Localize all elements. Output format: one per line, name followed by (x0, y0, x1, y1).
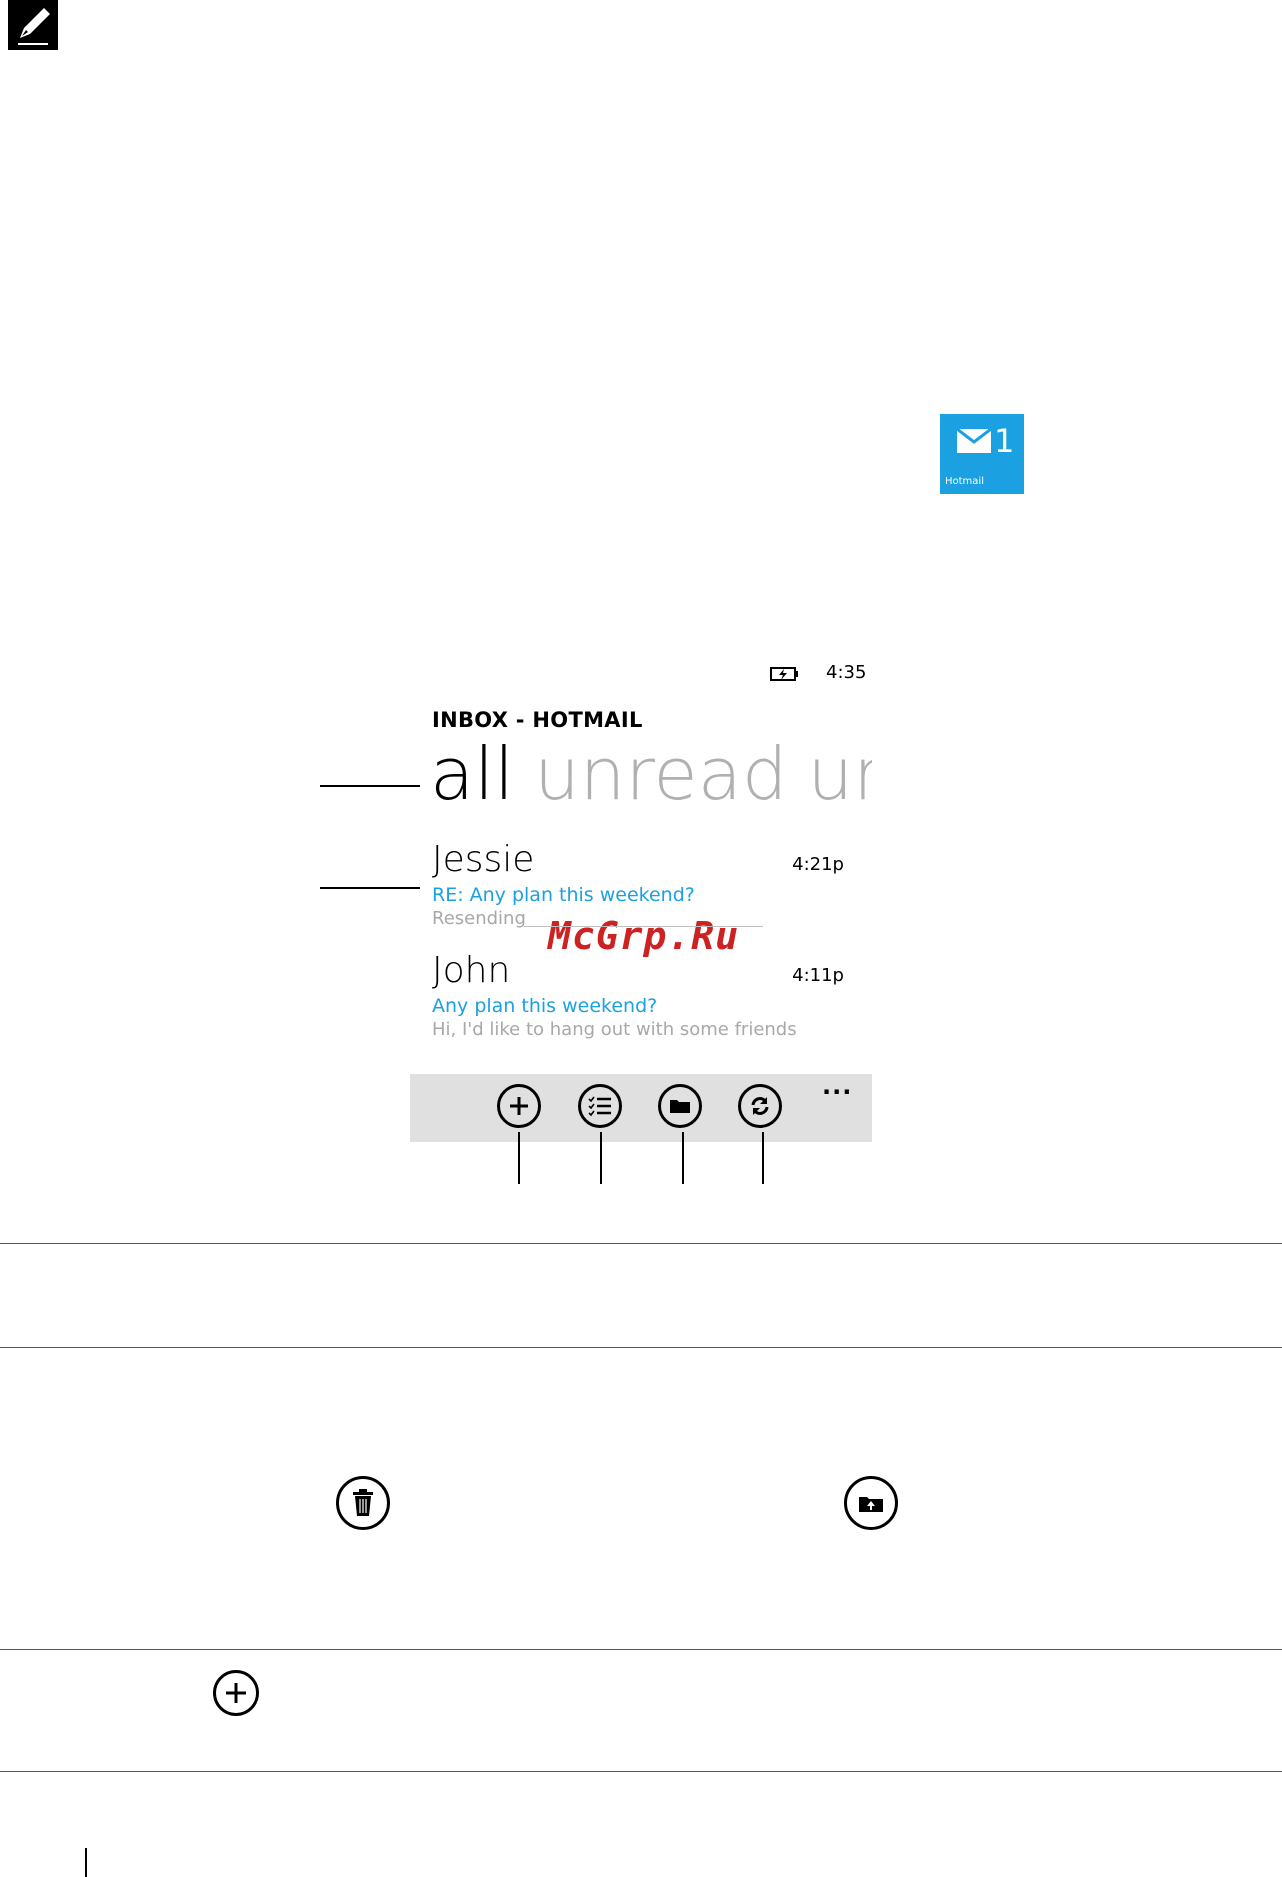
inbox-title: INBOX - HOTMAIL (432, 708, 643, 732)
sync-icon[interactable] (738, 1084, 782, 1128)
table-rule (0, 1243, 1282, 1244)
hotmail-tile[interactable]: 1 Hotmail (940, 414, 1024, 494)
callout-line (518, 1132, 520, 1184)
mail-icon (956, 428, 992, 453)
message-time: 4:21p (792, 854, 844, 875)
new-icon[interactable] (497, 1084, 541, 1128)
table-rule (0, 1649, 1282, 1650)
trash-icon (336, 1476, 390, 1530)
pivot-all[interactable]: all (430, 732, 514, 816)
phone-screen: 4:35 INBOX - HOTMAIL allunreadurge Jessi… (410, 650, 872, 1142)
message-preview: Hi, I'd like to hang out with some frien… (432, 1019, 797, 1040)
note-icon (8, 0, 58, 50)
table-rule (0, 1347, 1282, 1348)
message-item[interactable]: John Any plan this weekend? Hi, I'd like… (432, 953, 872, 1041)
pivot-urgent[interactable]: urge (808, 732, 872, 816)
status-time: 4:35 (826, 662, 867, 683)
watermark-line (524, 926, 764, 927)
move-icon (844, 1476, 898, 1530)
page-margin-bar (85, 1848, 87, 1877)
folder-icon[interactable] (658, 1084, 702, 1128)
callout-line (320, 785, 420, 787)
callout-line (320, 887, 420, 889)
callout-line (600, 1132, 602, 1184)
table-rule (0, 1771, 1282, 1772)
callout-line (762, 1132, 764, 1184)
message-subject: RE: Any plan this weekend? (432, 884, 695, 906)
message-subject: Any plan this weekend? (432, 995, 658, 1017)
message-time: 4:11p (792, 965, 844, 986)
pivot-header: allunreadurge (430, 738, 872, 810)
add-icon (213, 1670, 259, 1716)
tile-label: Hotmail (945, 476, 984, 487)
watermark: McGrp.Ru (524, 914, 764, 958)
more-button[interactable]: ... (822, 1072, 852, 1100)
pivot-unread[interactable]: unread (534, 732, 787, 816)
watermark-text: McGrp.Ru (548, 914, 740, 958)
select-icon[interactable] (578, 1084, 622, 1128)
callout-line (682, 1132, 684, 1184)
app-bar: ... (410, 1072, 872, 1142)
tile-count: 1 (994, 422, 1015, 460)
battery-charging-icon (770, 667, 798, 681)
